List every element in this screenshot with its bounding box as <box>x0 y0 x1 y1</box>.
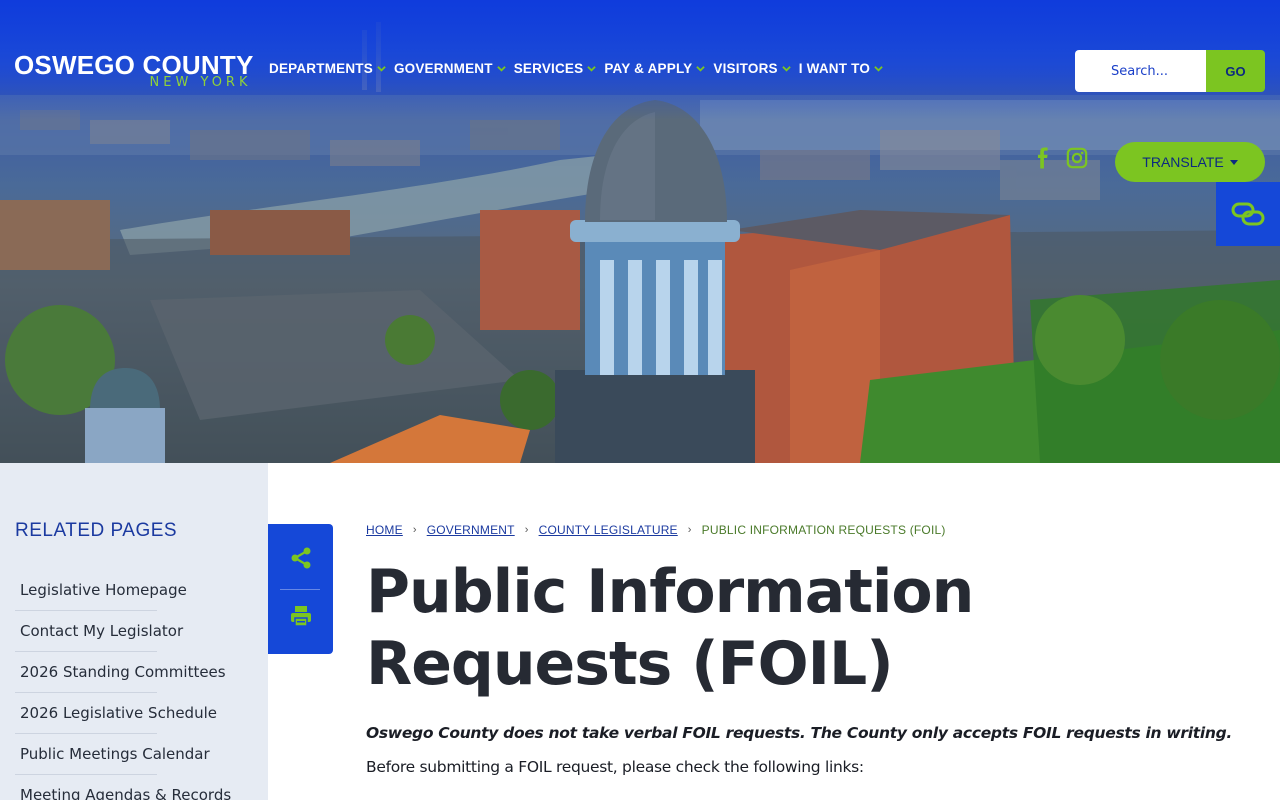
site-search: GO <box>1075 50 1265 92</box>
page-title: Public Information Requests (FOIL) <box>366 556 1086 700</box>
nav-visitors[interactable]: VISITORS <box>713 61 791 76</box>
related-pages-list: Legislative Homepage Contact My Legislat… <box>15 570 231 800</box>
translate-label: TRANSLATE <box>1142 154 1224 170</box>
chevron-right-icon: › <box>687 524 692 536</box>
intro-paragraph: Before submitting a FOIL request, please… <box>366 758 864 776</box>
chevron-down-icon <box>496 66 506 72</box>
social-links <box>1032 146 1088 170</box>
sidebar-item-legislative-homepage[interactable]: Legislative Homepage <box>15 570 187 611</box>
nav-label: VISITORS <box>713 61 778 76</box>
nav-pay-apply[interactable]: PAY & APPLY <box>604 61 706 76</box>
site-logo[interactable]: OSWEGO COUNTY NEW YORK <box>14 52 254 90</box>
print-icon <box>290 606 311 627</box>
print-button[interactable] <box>268 584 333 648</box>
page-title-line2: Requests (FOIL) <box>366 629 894 699</box>
search-go-button[interactable]: GO <box>1206 50 1265 92</box>
link-chain-icon <box>1231 202 1265 226</box>
foil-notice: Oswego County does not take verbal FOIL … <box>366 724 1232 742</box>
facebook-icon[interactable] <box>1032 146 1054 170</box>
nav-label: I WANT TO <box>798 61 871 76</box>
share-button[interactable] <box>268 526 333 590</box>
breadcrumb-home[interactable]: HOME <box>366 523 403 537</box>
sidebar-title: RELATED PAGES <box>15 520 178 541</box>
search-input[interactable] <box>1075 50 1206 92</box>
chevron-right-icon: › <box>524 524 529 536</box>
chevron-down-icon <box>781 66 791 72</box>
quick-links-button[interactable] <box>1216 182 1280 246</box>
breadcrumb-current: PUBLIC INFORMATION REQUESTS (FOIL) <box>701 523 946 537</box>
chevron-down-icon <box>874 66 883 72</box>
breadcrumb: HOME › GOVERNMENT › COUNTY LEGISLATURE ›… <box>366 523 946 537</box>
chevron-down-icon <box>696 66 706 72</box>
chevron-down-icon <box>587 66 597 72</box>
nav-departments[interactable]: DEPARTMENTS <box>269 61 386 76</box>
main-navigation: DEPARTMENTS GOVERNMENT SERVICES PAY & AP… <box>269 61 891 76</box>
breadcrumb-county-legislature[interactable]: COUNTY LEGISLATURE <box>539 523 678 537</box>
translate-button[interactable]: TRANSLATE <box>1115 142 1265 182</box>
nav-i-want-to[interactable]: I WANT TO <box>799 61 883 76</box>
nav-label: DEPARTMENTS <box>269 61 373 76</box>
share-icon <box>291 547 310 569</box>
sidebar-item-standing-committees[interactable]: 2026 Standing Committees <box>15 652 226 693</box>
chevron-down-icon <box>377 66 386 72</box>
share-toolbar <box>268 524 333 654</box>
breadcrumb-government[interactable]: GOVERNMENT <box>427 523 515 537</box>
sidebar-item-legislative-schedule[interactable]: 2026 Legislative Schedule <box>15 693 217 734</box>
sidebar-item-agendas-records[interactable]: Meeting Agendas & Records <box>15 775 231 800</box>
instagram-icon[interactable] <box>1066 146 1088 170</box>
nav-services[interactable]: SERVICES <box>514 61 597 76</box>
sidebar-item-meetings-calendar[interactable]: Public Meetings Calendar <box>15 734 210 775</box>
chevron-right-icon: › <box>412 524 417 536</box>
caret-down-icon <box>1229 159 1238 165</box>
nav-label: GOVERNMENT <box>393 61 493 76</box>
sidebar-item-contact-legislator[interactable]: Contact My Legislator <box>15 611 183 652</box>
nav-government[interactable]: GOVERNMENT <box>394 61 506 76</box>
nav-label: SERVICES <box>513 61 584 76</box>
nav-label: PAY & APPLY <box>604 61 693 76</box>
page-title-line1: Public Information <box>366 557 974 627</box>
